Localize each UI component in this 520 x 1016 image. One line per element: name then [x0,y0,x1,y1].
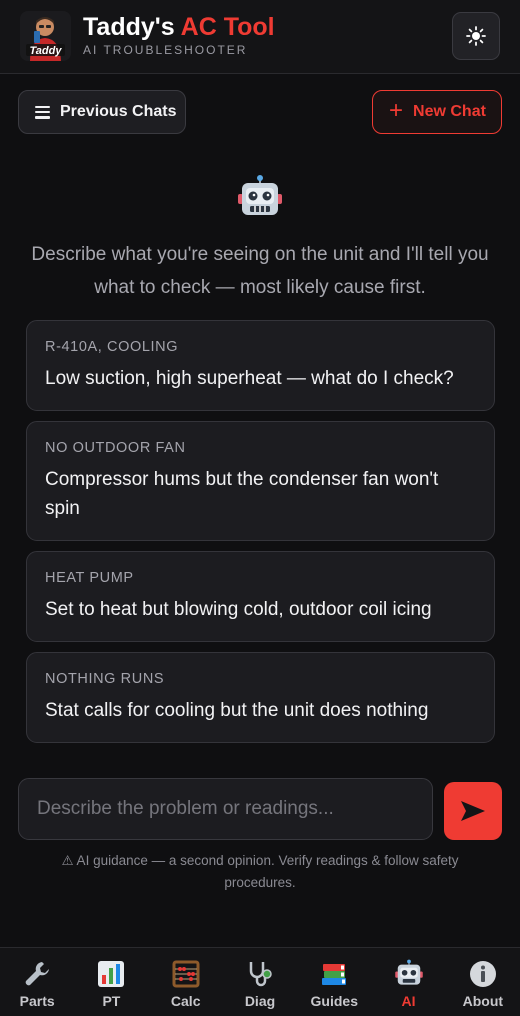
suggestion-text: Compressor hums but the condenser fan wo… [45,469,439,519]
app-header: Taddy Taddy's AC Tool AI TROUBLESHOOTER [0,0,520,74]
robot-icon [394,959,423,985]
app-title: Taddy's AC Tool [83,13,275,42]
hamburger-icon [35,105,50,119]
app-logo: Taddy [20,11,71,61]
suggestion-text: Set to heat but blowing cold, outdoor co… [45,599,432,620]
nav-item-pt[interactable]: PT [74,948,148,1016]
nav-label: Calc [170,993,201,1009]
abacus-icon [172,960,200,988]
message-input-box[interactable] [18,778,433,840]
books-icon [322,964,347,985]
disclaimer-text: ⚠ AI guidance — a second opinion. Verify… [61,853,459,890]
bottom-nav: Parts PT Calc Diag Guides AI About [0,947,520,1016]
nav-item-guides[interactable]: Guides [297,948,371,1016]
stethoscope-icon [249,962,272,987]
svg-text:Taddy: Taddy [30,45,63,57]
suggestion-card[interactable]: HEAT PUMP Set to heat but blowing cold, … [26,551,495,642]
suggestion-tag: NOTHING RUNS [45,671,165,687]
robot-icon [238,175,282,215]
suggestion-card[interactable]: NO OUTDOOR FAN Compressor hums but the c… [26,421,495,541]
theme-toggle-button[interactable] [452,12,500,60]
logo-image: Taddy [20,11,71,61]
intro-text: Describe what you're seeing on the unit … [31,244,489,298]
app-title-main: Taddy's [83,13,181,41]
nav-item-diag[interactable]: Diag [223,948,297,1016]
suggestion-card[interactable]: R-410A, COOLING Low suction, high superh… [26,320,495,411]
sun-icon [466,26,486,46]
nav-label: AI [401,993,416,1009]
previous-chats-button[interactable]: Previous Chats [18,90,186,134]
nav-item-parts[interactable]: Parts [0,948,74,1016]
nav-item-about[interactable]: About [446,948,520,1016]
message-input[interactable] [19,779,432,839]
info-icon [469,961,496,987]
suggestion-tag: HEAT PUMP [45,570,134,586]
suggestion-text: Low suction, high superheat — what do I … [45,368,454,389]
suggestion-text: Stat calls for cooling but the unit does… [45,700,429,721]
previous-chats-label: Previous Chats [60,103,177,120]
bar-chart-icon [98,961,125,987]
wrench-icon [25,962,50,986]
plus-icon: + [389,97,404,124]
nav-item-calc[interactable]: Calc [149,948,223,1016]
send-button[interactable] [444,782,502,840]
suggestion-tag: R-410A, COOLING [45,339,179,355]
nav-label: PT [102,993,121,1009]
new-chat-label: New Chat [413,103,486,120]
suggestion-card[interactable]: NOTHING RUNS Stat calls for cooling but … [26,652,495,743]
suggestion-tag: NO OUTDOOR FAN [45,440,186,456]
nav-label: Diag [244,993,276,1009]
app-subtitle: AI TROUBLESHOOTER [83,43,248,57]
app-title-accent: AC Tool [180,13,275,41]
nav-label: About [462,993,504,1009]
new-chat-button[interactable]: + New Chat [372,90,502,134]
send-arrow-icon [461,801,485,821]
nav-label: Guides [310,993,358,1009]
nav-item-ai[interactable]: AI [371,948,445,1016]
nav-label: Parts [19,993,55,1009]
